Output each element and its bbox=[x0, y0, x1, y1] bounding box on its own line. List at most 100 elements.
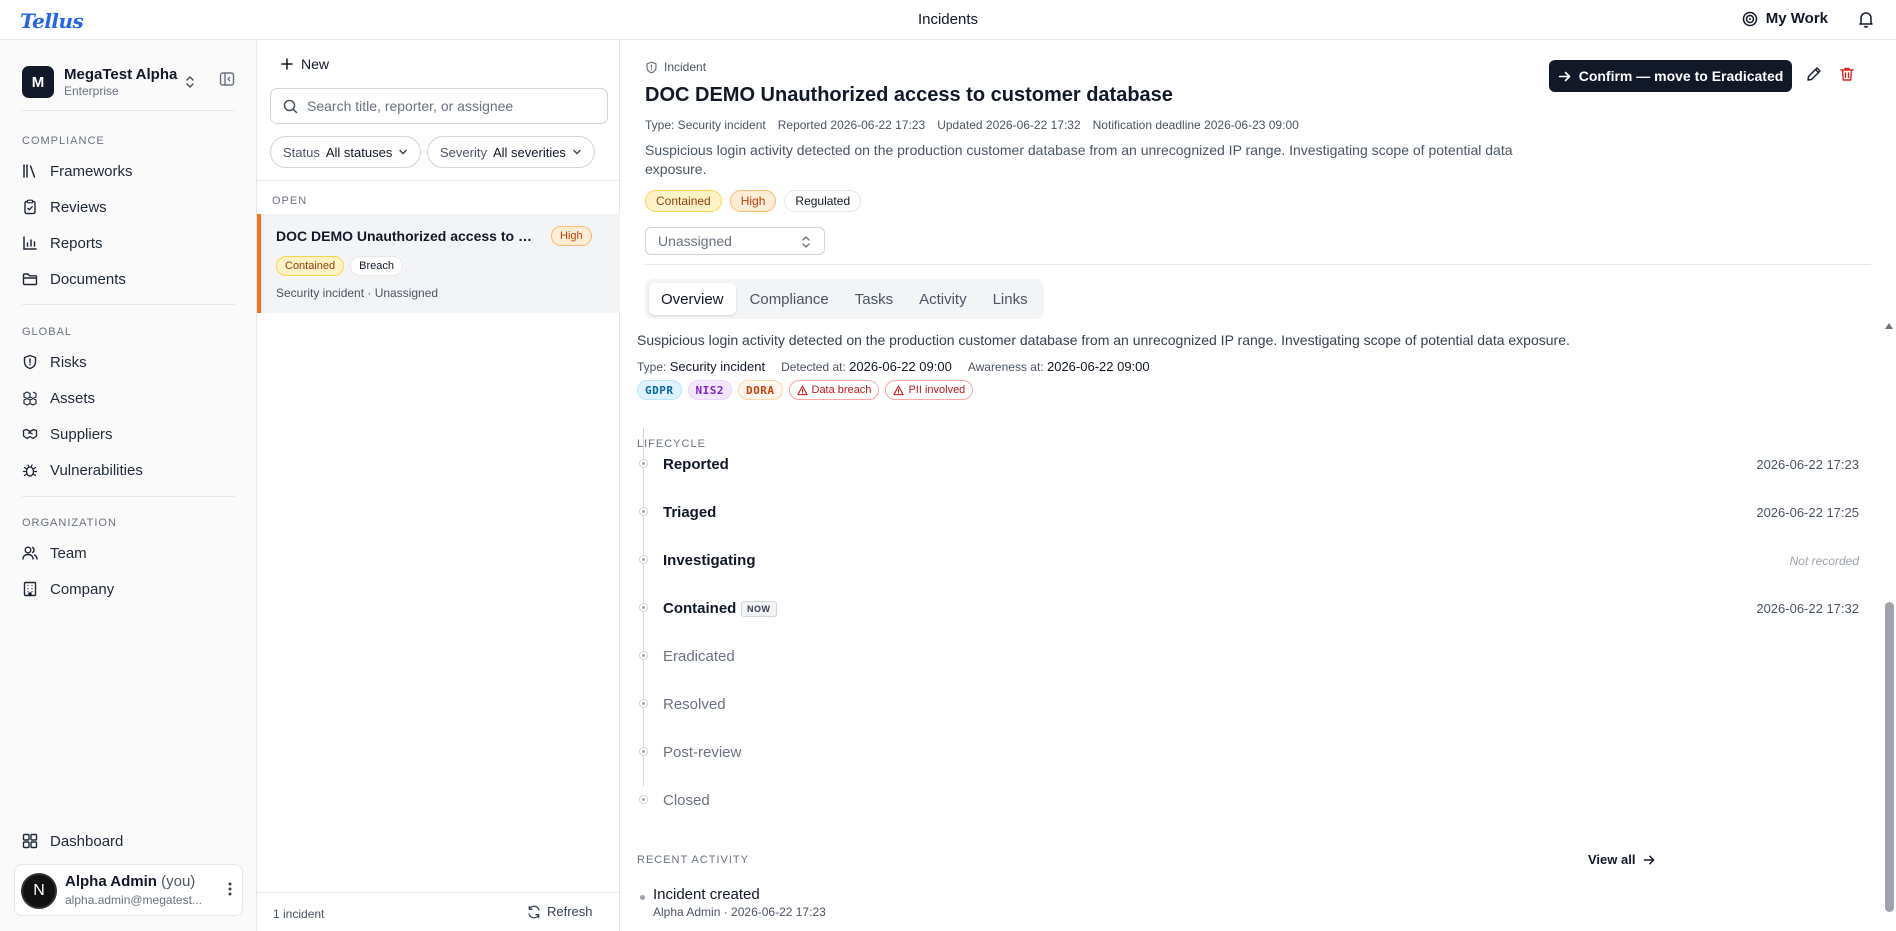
view-all-link[interactable]: View all bbox=[1588, 852, 1655, 867]
severity-filter[interactable]: Severity All severities bbox=[427, 136, 595, 168]
sidebar-item-label: Dashboard bbox=[50, 832, 124, 850]
view-all-label: View all bbox=[1588, 852, 1636, 867]
assignee-select[interactable]: Unassigned bbox=[645, 227, 825, 255]
step-label: Reported bbox=[663, 456, 729, 473]
status-filter[interactable]: Status All statuses bbox=[270, 136, 422, 168]
sidebar-item-team[interactable]: Team bbox=[22, 538, 235, 568]
page-title: Incidents bbox=[917, 11, 979, 28]
detail-divider bbox=[645, 264, 1871, 265]
sidebar-item-suppliers[interactable]: Suppliers bbox=[22, 419, 235, 449]
user-name-text: Alpha Admin bbox=[65, 873, 157, 890]
step-dot bbox=[640, 748, 647, 755]
flag-label: Data breach bbox=[811, 384, 872, 396]
clipboard-check-icon bbox=[24, 199, 36, 215]
confirm-label: Confirm — move to Eradicated bbox=[1578, 68, 1784, 84]
awareness-label: Awareness at: bbox=[967, 360, 1044, 374]
notifications-button[interactable] bbox=[1858, 11, 1874, 28]
sidebar-item-label: Documents bbox=[50, 270, 126, 288]
activity-dot bbox=[640, 895, 645, 900]
edit-button[interactable] bbox=[1806, 66, 1822, 82]
sidebar-divider bbox=[22, 110, 235, 111]
user-email: alpha.admin@megatest... bbox=[65, 893, 202, 907]
warning-icon bbox=[796, 385, 808, 395]
tab-compliance[interactable]: Compliance bbox=[738, 283, 841, 315]
step-label: Triaged bbox=[663, 504, 717, 521]
sidebar-item-reviews[interactable]: Reviews bbox=[22, 192, 235, 222]
sidebar-item-company[interactable]: Company bbox=[22, 574, 235, 604]
new-incident-button[interactable]: New bbox=[281, 56, 329, 72]
filter-value: All statuses bbox=[325, 144, 393, 160]
step-label: Closed bbox=[663, 792, 710, 809]
step-label: Post-review bbox=[663, 744, 742, 761]
avatar: N bbox=[21, 873, 57, 909]
sidebar-item-label: Assets bbox=[50, 389, 96, 407]
meta-type: Type: Security incident bbox=[645, 118, 766, 132]
user-card[interactable]: N Alpha Admin (you) alpha.admin@megatest… bbox=[14, 864, 243, 916]
refresh-icon bbox=[528, 905, 540, 918]
sidebar-item-risks[interactable]: Risks bbox=[22, 347, 235, 377]
sidebar-item-assets[interactable]: Assets bbox=[22, 383, 235, 413]
sidebar-item-label: Risks bbox=[50, 353, 87, 371]
chevron-up-down-icon bbox=[186, 76, 194, 88]
type-label: Type: bbox=[637, 360, 667, 374]
step-time: 2026-06-22 17:25 bbox=[1756, 505, 1859, 520]
scroll-thumb[interactable] bbox=[1885, 602, 1894, 912]
refresh-button[interactable]: Refresh bbox=[527, 904, 593, 919]
filter-value: All severities bbox=[492, 144, 566, 160]
overview-type: Type: Security incident bbox=[637, 359, 765, 374]
search-input[interactable]: Search title, reporter, or assignee bbox=[270, 88, 608, 124]
detected-label: Detected at: bbox=[781, 360, 846, 374]
my-work-label: My Work bbox=[1765, 10, 1828, 27]
new-label: New bbox=[301, 56, 330, 72]
tab-tasks[interactable]: Tasks bbox=[843, 283, 905, 315]
severity-badge: High bbox=[729, 190, 777, 212]
incident-count: 1 incident bbox=[273, 907, 325, 921]
user-menu-button[interactable] bbox=[228, 881, 232, 897]
assignee-value: Unassigned bbox=[658, 233, 732, 249]
regulated-badge: Regulated bbox=[784, 190, 862, 212]
tab-overview[interactable]: Overview bbox=[649, 283, 736, 315]
dashboard-icon bbox=[22, 833, 38, 849]
arrow-right-icon bbox=[1558, 71, 1571, 81]
sidebar-item-vulnerabilities[interactable]: Vulnerabilities bbox=[22, 455, 235, 485]
confirm-transition-button[interactable]: Confirm — move to Eradicated bbox=[1549, 60, 1792, 92]
frameworks-icon bbox=[23, 164, 36, 178]
breach-badge: Breach bbox=[350, 256, 404, 276]
lifecycle-step-triaged: Triaged 2026-06-22 17:25 bbox=[637, 497, 1859, 527]
sidebar-item-reports[interactable]: Reports bbox=[22, 228, 235, 258]
tab-activity[interactable]: Activity bbox=[907, 283, 979, 315]
sidebar-item-documents[interactable]: Documents bbox=[22, 264, 235, 294]
warning-icon bbox=[893, 385, 905, 395]
my-work-button[interactable]: My Work bbox=[1742, 10, 1828, 27]
list-item[interactable]: DOC DEMO Unauthorized access to c... Hig… bbox=[257, 214, 620, 313]
flag-data-breach: Data breach bbox=[788, 380, 880, 400]
step-label: Investigating bbox=[663, 552, 756, 569]
flag-label: PII involved bbox=[908, 384, 966, 396]
scroll-up-arrow[interactable] bbox=[1885, 323, 1893, 329]
tab-links[interactable]: Links bbox=[981, 283, 1040, 315]
meta-updated: Updated 2026-06-22 17:32 bbox=[937, 118, 1081, 132]
sidebar-item-label: Team bbox=[50, 544, 87, 562]
section-organization: ORGANIZATION bbox=[22, 517, 117, 529]
org-name: MegaTest Alpha bbox=[64, 65, 178, 83]
incident-title: DOC DEMO Unauthorized access to c... bbox=[276, 228, 536, 244]
awareness-value: 2026-06-22 09:00 bbox=[1046, 359, 1150, 374]
delete-button[interactable] bbox=[1839, 66, 1855, 82]
activity-title: Incident created bbox=[653, 886, 760, 903]
section-compliance: COMPLIANCE bbox=[22, 135, 105, 147]
step-dot bbox=[640, 604, 647, 611]
org-switcher[interactable]: M MegaTest Alpha Enterprise bbox=[22, 62, 242, 102]
sidebar-toggle-icon bbox=[219, 72, 235, 86]
step-label: Contained bbox=[663, 600, 737, 617]
detail-scrollbar[interactable] bbox=[1883, 322, 1896, 926]
collapse-sidebar-button[interactable] bbox=[219, 71, 235, 87]
sidebar-item-label: Suppliers bbox=[50, 425, 113, 443]
severity-badge: High bbox=[551, 226, 592, 246]
sidebar-item-label: Reviews bbox=[50, 198, 107, 216]
sidebar-item-frameworks[interactable]: Frameworks bbox=[22, 156, 235, 186]
building-icon bbox=[23, 581, 37, 597]
trash-icon bbox=[1840, 67, 1854, 81]
incident-detail-panel: Incident DOC DEMO Unauthorized access to… bbox=[620, 40, 1896, 931]
top-bar: Tellus Incidents My Work bbox=[0, 0, 1896, 40]
sidebar-item-dashboard[interactable]: Dashboard bbox=[22, 826, 235, 856]
